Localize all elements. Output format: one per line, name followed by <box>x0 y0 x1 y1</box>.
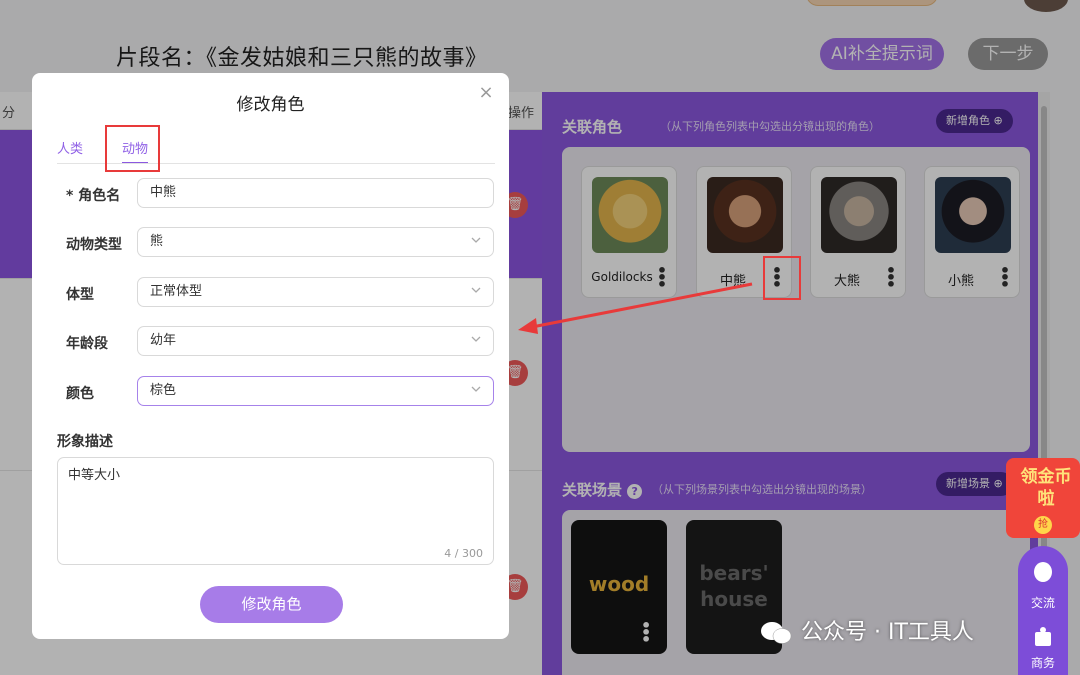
color-value: 棕色 <box>150 383 177 398</box>
description-value: 中等大小 <box>68 468 121 483</box>
wechat-icon <box>758 620 794 646</box>
chevron-down-icon <box>471 386 481 392</box>
animal-type-select[interactable]: 熊 <box>137 227 494 257</box>
submit-edit-button[interactable]: 修改角色 <box>200 586 343 623</box>
chat-label[interactable]: 交流 <box>1018 594 1068 611</box>
watermark: 公众号 · IT工具人 <box>758 614 974 646</box>
business-icon[interactable] <box>1031 626 1055 650</box>
age-group-select[interactable]: 幼年 <box>137 326 494 356</box>
coin-badge: 抢 <box>1034 516 1052 534</box>
chevron-down-icon <box>471 287 481 293</box>
watermark-text: 公众号 · IT工具人 <box>801 620 974 645</box>
chevron-down-icon <box>471 336 481 342</box>
description-label: 形象描述 <box>57 434 113 450</box>
highlight-box <box>105 125 160 172</box>
description-textarea[interactable]: 中等大小 4 / 300 <box>57 457 494 565</box>
business-label[interactable]: 商务 <box>1018 654 1068 671</box>
chevron-down-icon <box>471 237 481 243</box>
coin-promo-text: 领金币啦 <box>1020 467 1072 509</box>
color-select[interactable]: 棕色 <box>137 376 494 406</box>
dialog-title: 修改角色 <box>236 95 305 115</box>
char-counter: 4 / 300 <box>444 547 483 560</box>
edit-character-dialog: 修改角色 × 人类 动物 * 角色名 中熊 动物类型 熊 体型 正常体型 年龄段… <box>32 73 509 639</box>
field-label-name: * 角色名 <box>66 188 121 204</box>
body-type-value: 正常体型 <box>150 284 203 299</box>
tab-human[interactable]: 人类 <box>57 138 83 157</box>
coin-promo-widget[interactable]: 领金币啦 抢 <box>1006 458 1080 538</box>
character-name-input[interactable]: 中熊 <box>137 178 494 208</box>
animal-type-value: 熊 <box>150 234 164 249</box>
field-label-body-type: 体型 <box>66 287 94 303</box>
highlight-box <box>763 256 801 300</box>
field-label-age: 年龄段 <box>66 336 108 352</box>
side-contact-widget: 交流 商务 <box>1018 546 1068 675</box>
close-icon[interactable]: × <box>476 83 496 103</box>
body-type-select[interactable]: 正常体型 <box>137 277 494 307</box>
field-label-animal-type: 动物类型 <box>66 237 122 253</box>
field-label-color: 颜色 <box>66 386 94 402</box>
chat-icon[interactable] <box>1031 560 1055 584</box>
age-group-value: 幼年 <box>150 333 177 348</box>
